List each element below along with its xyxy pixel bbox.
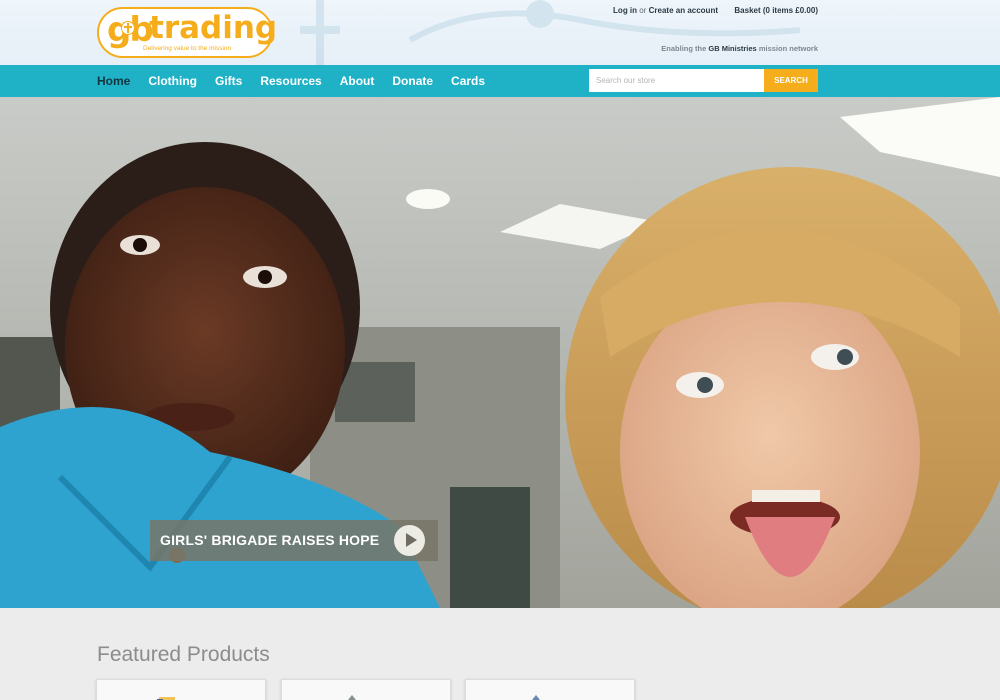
- basket-link[interactable]: Basket (0 items £0.00): [734, 6, 818, 15]
- nav-item-clothing[interactable]: Clothing: [148, 65, 197, 97]
- nav-items: Home Clothing Gifts Resources About Dona…: [97, 65, 503, 97]
- header-tagline: Enabling the GB Ministries mission netwo…: [661, 44, 818, 53]
- nav-item-donate[interactable]: Donate: [392, 65, 433, 97]
- account-links: Log in or Create an account: [613, 6, 718, 15]
- product-card[interactable]: [281, 679, 451, 700]
- product-thumbnail: [157, 697, 175, 700]
- nav-item-gifts[interactable]: Gifts: [215, 65, 242, 97]
- featured-products-title: Featured Products: [97, 643, 270, 666]
- product-card[interactable]: [465, 679, 635, 700]
- nav-item-resources[interactable]: Resources: [260, 65, 321, 97]
- tagline-suffix: mission network: [758, 44, 818, 53]
- hero-caption-text: GIRLS' BRIGADE RAISES HOPE: [160, 532, 380, 548]
- hero-banner[interactable]: GIRLS' BRIGADE RAISES HOPE: [0, 97, 1000, 608]
- product-card[interactable]: [96, 679, 266, 700]
- tagline-bold[interactable]: GB Ministries: [708, 44, 756, 53]
- product-thumbnail: [348, 695, 356, 700]
- site-header: gb trading Delivering value to the missi…: [0, 0, 1000, 65]
- create-account-link[interactable]: Create an account: [649, 6, 718, 15]
- nav-item-cards[interactable]: Cards: [451, 65, 485, 97]
- or-text: or: [639, 6, 647, 15]
- play-icon[interactable]: [394, 525, 425, 556]
- main-nav: Home Clothing Gifts Resources About Dona…: [0, 65, 1000, 97]
- hero-caption[interactable]: GIRLS' BRIGADE RAISES HOPE: [150, 520, 438, 561]
- nav-item-home[interactable]: Home: [97, 65, 130, 97]
- gb-trading-logo[interactable]: gb trading Delivering value to the missi…: [97, 7, 277, 58]
- cross-icon: [121, 21, 135, 35]
- logo-tagline: Delivering value to the mission: [143, 45, 232, 52]
- logo-name: trading: [149, 10, 278, 46]
- nav-item-about[interactable]: About: [340, 65, 375, 97]
- login-link[interactable]: Log in: [613, 6, 637, 15]
- product-thumbnail: [532, 695, 540, 700]
- search-button[interactable]: SEARCH: [764, 69, 818, 92]
- tagline-prefix: Enabling the: [661, 44, 707, 53]
- search-input[interactable]: [589, 69, 764, 92]
